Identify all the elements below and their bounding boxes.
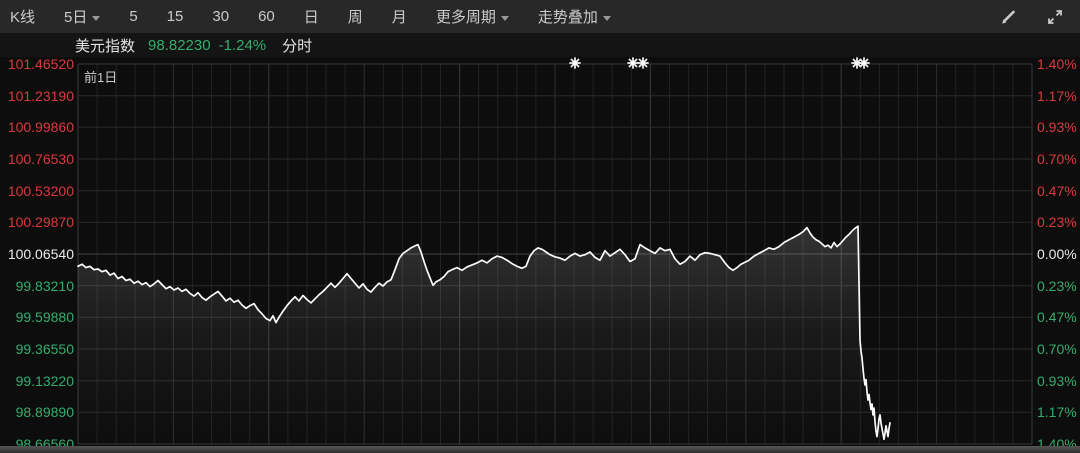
event-marker-icon bbox=[628, 58, 638, 68]
instrument-header: 美元指数 98.82230 -1.24% 分时 bbox=[0, 33, 1080, 57]
period-button-label: 5日 bbox=[64, 6, 87, 27]
period-buttons: K线 5日 5 15 30 60 日 周 月 更多周期 走势叠加 bbox=[0, 6, 640, 27]
period-button-8[interactable]: 月 bbox=[392, 6, 407, 27]
axis-tick-label: 0.70% bbox=[1037, 150, 1077, 168]
axis-tick-label: 1.17% bbox=[1037, 403, 1077, 421]
axis-tick-label: 99.83210 bbox=[4, 277, 74, 295]
period-button-10[interactable]: 走势叠加 bbox=[538, 6, 611, 27]
period-button-1[interactable]: 5日 bbox=[64, 6, 100, 27]
axis-tick-label: 0.47% bbox=[1037, 308, 1077, 326]
period-button-label: 周 bbox=[348, 6, 363, 27]
period-button-0[interactable]: K线 bbox=[10, 6, 35, 27]
axis-tick-label: 101.46520 bbox=[4, 55, 74, 73]
period-button-label: 更多周期 bbox=[436, 6, 496, 27]
axis-tick-label: 100.29870 bbox=[4, 213, 74, 231]
axis-tick-label: 1.17% bbox=[1037, 87, 1077, 105]
period-button-4[interactable]: 30 bbox=[212, 8, 229, 25]
period-button-label: 60 bbox=[258, 8, 275, 25]
axis-tick-label: 0.93% bbox=[1037, 372, 1077, 390]
axis-tick-label: 100.06540 bbox=[4, 245, 74, 263]
period-button-label: 走势叠加 bbox=[538, 6, 598, 27]
axis-tick-label: 98.89890 bbox=[4, 403, 74, 421]
period-button-9[interactable]: 更多周期 bbox=[436, 6, 509, 27]
axis-tick-label: 99.13220 bbox=[4, 372, 74, 390]
period-button-label: 15 bbox=[167, 8, 184, 25]
axis-tick-label: 100.53200 bbox=[4, 182, 74, 200]
period-button-label: K线 bbox=[10, 6, 35, 27]
axis-tick-label: 1.40% bbox=[1037, 55, 1077, 73]
axis-tick-label: 100.76530 bbox=[4, 150, 74, 168]
axis-tick-label: 0.93% bbox=[1037, 118, 1077, 136]
chevron-down-icon bbox=[603, 16, 611, 21]
change-percent: -1.24% bbox=[219, 37, 267, 54]
axis-tick-label: 0.23% bbox=[1037, 277, 1077, 295]
prev-day-label: 前1日 bbox=[84, 67, 117, 86]
period-button-5[interactable]: 60 bbox=[258, 8, 275, 25]
period-button-label: 30 bbox=[212, 8, 229, 25]
axis-tick-label: 0.23% bbox=[1037, 213, 1077, 231]
chevron-down-icon bbox=[92, 16, 100, 21]
app-window: 101.46520 101.23190 100.99860 100.76530 100.… bbox=[0, 0, 1080, 453]
time-axis-strip bbox=[0, 446, 1080, 453]
period-button-label: 5 bbox=[129, 8, 137, 25]
chart-area[interactable] bbox=[0, 0, 1080, 453]
instrument-name: 美元指数 bbox=[75, 35, 135, 56]
period-toolbar: K线 5日 5 15 30 60 日 周 月 更多周期 走势叠加 bbox=[0, 0, 1080, 33]
period-button-3[interactable]: 15 bbox=[167, 8, 184, 25]
axis-tick-label: 100.99860 bbox=[4, 118, 74, 136]
event-marker-icon bbox=[570, 58, 580, 68]
axis-tick-label: 0.70% bbox=[1037, 340, 1077, 358]
period-button-label: 月 bbox=[392, 6, 407, 27]
event-marker-icon bbox=[638, 58, 648, 68]
axis-tick-label: 0.47% bbox=[1037, 182, 1077, 200]
axis-tick-label: 99.59880 bbox=[4, 308, 74, 326]
chart-type-label[interactable]: 分时 bbox=[282, 35, 312, 56]
period-button-label: 日 bbox=[304, 6, 319, 27]
chevron-down-icon bbox=[501, 16, 509, 21]
axis-tick-label: 101.23190 bbox=[4, 87, 74, 105]
expand-icon[interactable] bbox=[1046, 8, 1064, 26]
period-button-7[interactable]: 周 bbox=[348, 6, 363, 27]
event-marker-icon bbox=[859, 58, 869, 68]
period-button-6[interactable]: 日 bbox=[304, 6, 319, 27]
axis-tick-label: 0.00% bbox=[1037, 245, 1077, 263]
last-price: 98.82230 bbox=[148, 37, 211, 54]
axis-tick-label: 99.36550 bbox=[4, 340, 74, 358]
period-button-2[interactable]: 5 bbox=[129, 8, 137, 25]
price-chart-canvas[interactable] bbox=[0, 0, 1080, 453]
brush-icon[interactable] bbox=[999, 7, 1018, 26]
